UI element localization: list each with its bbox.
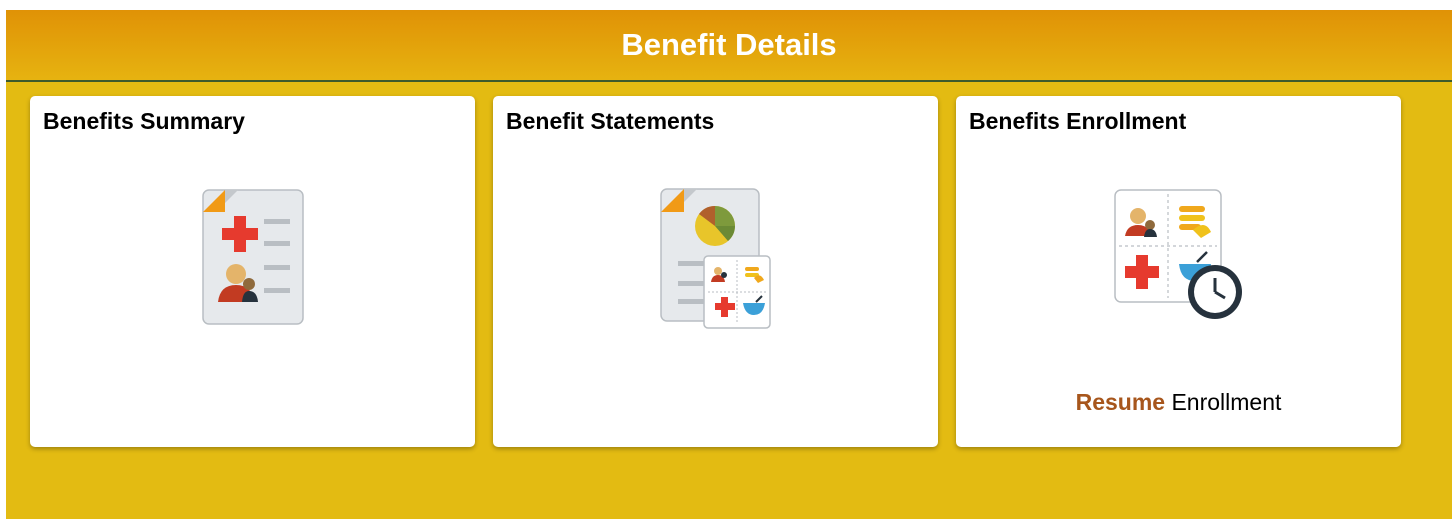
benefits-enrollment-icon [1114,189,1242,319]
resume-label: Resume [1075,389,1166,415]
tile-title: Benefits Enrollment [969,108,1187,134]
tile-benefits-summary[interactable]: Benefits Summary [30,96,475,447]
enrollment-status: Resume Enrollment [956,389,1401,416]
benefit-statements-icon [660,188,771,329]
tile-title: Benefit Statements [506,108,715,134]
benefits-summary-icon [202,189,304,325]
tile-benefits-enrollment[interactable]: Benefits Enrollment Resume Enrollment [956,96,1401,447]
page-header: Benefit Details [6,10,1452,82]
tile-benefit-statements[interactable]: Benefit Statements [493,96,938,447]
tile-title: Benefits Summary [43,108,245,134]
enrollment-label: Enrollment [1171,389,1282,415]
benefit-details-page: Benefit Details Benefits Summary Benefit… [6,10,1452,519]
page-title: Benefit Details [621,27,837,62]
